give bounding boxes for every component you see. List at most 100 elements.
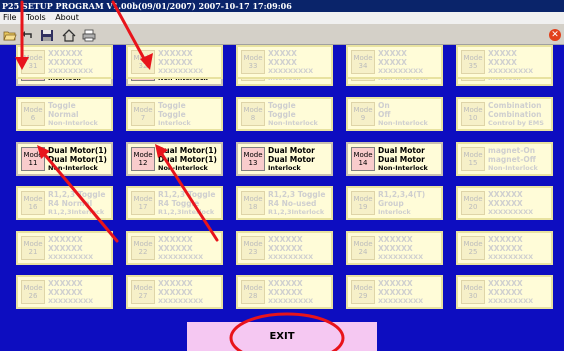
mode-number-box[interactable]: Mode 20 [461, 191, 485, 215]
mode-line-1: XXXXXX [158, 235, 193, 244]
mode-number-box[interactable]: Mode 15 [461, 147, 485, 171]
mode-button-20[interactable]: Mode 20 XXXXXX XXXXXX XXXXXXXXX [456, 186, 553, 220]
mode-button-22[interactable]: Mode 22 XXXXXX XXXXXX XXXXXXXXX [126, 231, 223, 265]
mode-button-7[interactable]: Mode 7 Toggle Toggle Interlock [126, 97, 223, 131]
print-icon[interactable] [82, 27, 96, 42]
mode-number-box[interactable]: Mode 19 [351, 191, 375, 215]
mode-number: 34 [358, 62, 368, 70]
mode-number-box[interactable]: Mode 35 [461, 50, 485, 74]
undo-icon[interactable] [21, 27, 35, 40]
mode-button-26[interactable]: Mode 26 XXXXXX XXXXXX XXXXXXXXX [16, 275, 113, 309]
mode-button-16[interactable]: Mode 16 R1,2,3 Toggle R4 Normal R1,2,3Interl… [16, 186, 113, 220]
mode-line-3: XXXXXXXXX [158, 297, 204, 305]
mode-description: Toggle Toggle Non-Interlock [268, 101, 332, 128]
mode-line-3: XXXXXXXXX [268, 297, 314, 305]
mode-label: Mode [463, 195, 483, 203]
mode-button-25[interactable]: Mode 25 XXXXXX XXXXXX XXXXXXXXX [456, 231, 553, 265]
mode-number: 20 [468, 203, 478, 211]
mode-number-box[interactable]: Mode 13 [241, 147, 265, 171]
mode-button-12[interactable]: Mode 12 Dual Motor(1) Dual Motor(1) Non-Inte… [126, 142, 223, 176]
open-icon[interactable] [3, 27, 17, 41]
exit-button[interactable]: EXIT [187, 322, 377, 351]
mode-button-19[interactable]: Mode 19 R1,2,3,4(T) Group Interlock [346, 186, 443, 220]
mode-number-box[interactable]: Mode 7 [131, 102, 155, 126]
mode-number-box[interactable]: Mode 23 [241, 236, 265, 260]
mode-button-15[interactable]: Mode 15 magnet-On magnet-Off Non-Interlock [456, 142, 553, 176]
mode-button-11[interactable]: Mode 11 Dual Motor(1) Dual Motor(1) Non-Inte… [16, 142, 113, 176]
mode-button-6[interactable]: Mode 6 Toggle Normal Non-Interlock [16, 97, 113, 131]
mode-label: Mode [463, 284, 483, 292]
home-icon[interactable] [62, 27, 76, 42]
mode-button-23[interactable]: Mode 23 XXXXXX XXXXXX XXXXXXXXX [236, 231, 333, 265]
mode-button-14[interactable]: Mode 14 Dual Motor Dual Motor Non-Interlock [346, 142, 443, 176]
mode-line-2: XXXXXX [158, 288, 193, 297]
mode-description: XXXXXX XXXXXX XXXXXXXXX [48, 49, 112, 76]
mode-button-27[interactable]: Mode 27 XXXXXX XXXXXX XXXXXXXXX [126, 275, 223, 309]
mode-line-3: Control by EMS [488, 119, 544, 127]
mode-line-1: XXXXXX [488, 190, 523, 199]
mode-number-box[interactable]: Mode 34 [351, 50, 375, 74]
mode-number-box[interactable]: Mode 10 [461, 102, 485, 126]
mode-number-box[interactable]: Mode 22 [131, 236, 155, 260]
mode-line-3: Interlock [378, 208, 411, 216]
mode-number-box[interactable]: Mode 24 [351, 236, 375, 260]
close-icon[interactable]: ✕ [549, 29, 561, 41]
mode-description: XXXXX XXXXX XXXXXXXXX [378, 49, 442, 76]
mode-number-box[interactable]: Mode 14 [351, 147, 375, 171]
mode-line-3: Non-Interlock [378, 164, 428, 172]
mode-number-box[interactable]: Mode 32 [131, 50, 155, 74]
mode-description: XXXXXX XXXXXX XXXXXXXXX [158, 49, 222, 76]
mode-button-31[interactable]: Mode 31 XXXXXX XXXXXX XXXXXXXXX [16, 45, 113, 79]
mode-number-box[interactable]: Mode 12 [131, 147, 155, 171]
mode-button-8[interactable]: Mode 8 Toggle Toggle Non-Interlock [236, 97, 333, 131]
mode-number-box[interactable]: Mode 27 [131, 280, 155, 304]
mode-number-box[interactable]: Mode 16 [21, 191, 45, 215]
mode-button-30[interactable]: Mode 30 XXXXXX XXXXXX XXXXXXXXX [456, 275, 553, 309]
mode-number-box[interactable]: Mode 33 [241, 50, 265, 74]
save-icon[interactable] [40, 27, 54, 41]
mode-number-box[interactable]: Mode 11 [21, 147, 45, 171]
mode-line-2: R4 No-used [268, 199, 317, 208]
mode-line-1: XXXXXX [488, 235, 523, 244]
mode-number-box[interactable]: Mode 25 [461, 236, 485, 260]
mode-number-box[interactable]: Mode 18 [241, 191, 265, 215]
mode-line-1: Toggle [268, 101, 296, 110]
mode-button-9[interactable]: Mode 9 On Off Non-Interlock [346, 97, 443, 131]
mode-number-box[interactable]: Mode 8 [241, 102, 265, 126]
mode-number-box[interactable]: Mode 30 [461, 280, 485, 304]
mode-number-box[interactable]: Mode 26 [21, 280, 45, 304]
mode-button-17[interactable]: Mode 17 R1,2,3 Toggle R4 Toggle R1,2,3Interl… [126, 186, 223, 220]
menu-file[interactable]: File [3, 13, 16, 22]
mode-button-32[interactable]: Mode 32 XXXXXX XXXXXX XXXXXXXXX [126, 45, 223, 79]
menu-about[interactable]: About [55, 13, 79, 22]
mode-description: XXXXXX XXXXXX XXXXXXXXX [48, 235, 112, 262]
menu-tools[interactable]: Tools [26, 13, 46, 22]
mode-number-box[interactable]: Mode 29 [351, 280, 375, 304]
mode-number: 16 [28, 203, 38, 211]
mode-number-box[interactable]: Mode 6 [21, 102, 45, 126]
mode-label: Mode [23, 106, 43, 114]
mode-button-35[interactable]: Mode 35 XXXXX XXXXX XXXXXXXXX [456, 45, 553, 79]
mode-line-1: Combination [488, 101, 542, 110]
mode-line-1: R1,2,3 Toggle [268, 190, 326, 199]
mode-button-10[interactable]: Mode 10 Combination Combination Control by E… [456, 97, 553, 131]
mode-line-2: XXXXXX [158, 58, 193, 67]
mode-button-28[interactable]: Mode 28 XXXXXX XXXXXX XXXXXXXXX [236, 275, 333, 309]
mode-button-21[interactable]: Mode 21 XXXXXX XXXXXX XXXXXXXXX [16, 231, 113, 265]
mode-number-box[interactable]: Mode 28 [241, 280, 265, 304]
mode-button-34[interactable]: Mode 34 XXXXX XXXXX XXXXXXXXX [346, 45, 443, 79]
mode-number-box[interactable]: Mode 17 [131, 191, 155, 215]
mode-line-3: XXXXXXXXX [378, 297, 424, 305]
mode-number: 11 [28, 159, 38, 167]
mode-button-33[interactable]: Mode 33 XXXXX XXXXX XXXXXXXXX [236, 45, 333, 79]
mode-button-24[interactable]: Mode 24 XXXXXX XXXXXX XXXXXXXXX [346, 231, 443, 265]
mode-button-18[interactable]: Mode 18 R1,2,3 Toggle R4 No-used R1,2,3Inter… [236, 186, 333, 220]
mode-button-13[interactable]: Mode 13 Dual Motor Dual Motor Interlock [236, 142, 333, 176]
mode-line-1: Dual Motor [378, 146, 425, 155]
mode-number-box[interactable]: Mode 9 [351, 102, 375, 126]
mode-number-box[interactable]: Mode 31 [21, 50, 45, 74]
mode-line-2: XXXXXX [488, 199, 523, 208]
mode-number-box[interactable]: Mode 21 [21, 236, 45, 260]
mode-button-29[interactable]: Mode 29 XXXXXX XXXXXX XXXXXXXXX [346, 275, 443, 309]
mode-description: XXXXXX XXXXXX XXXXXXXXX [268, 235, 332, 262]
